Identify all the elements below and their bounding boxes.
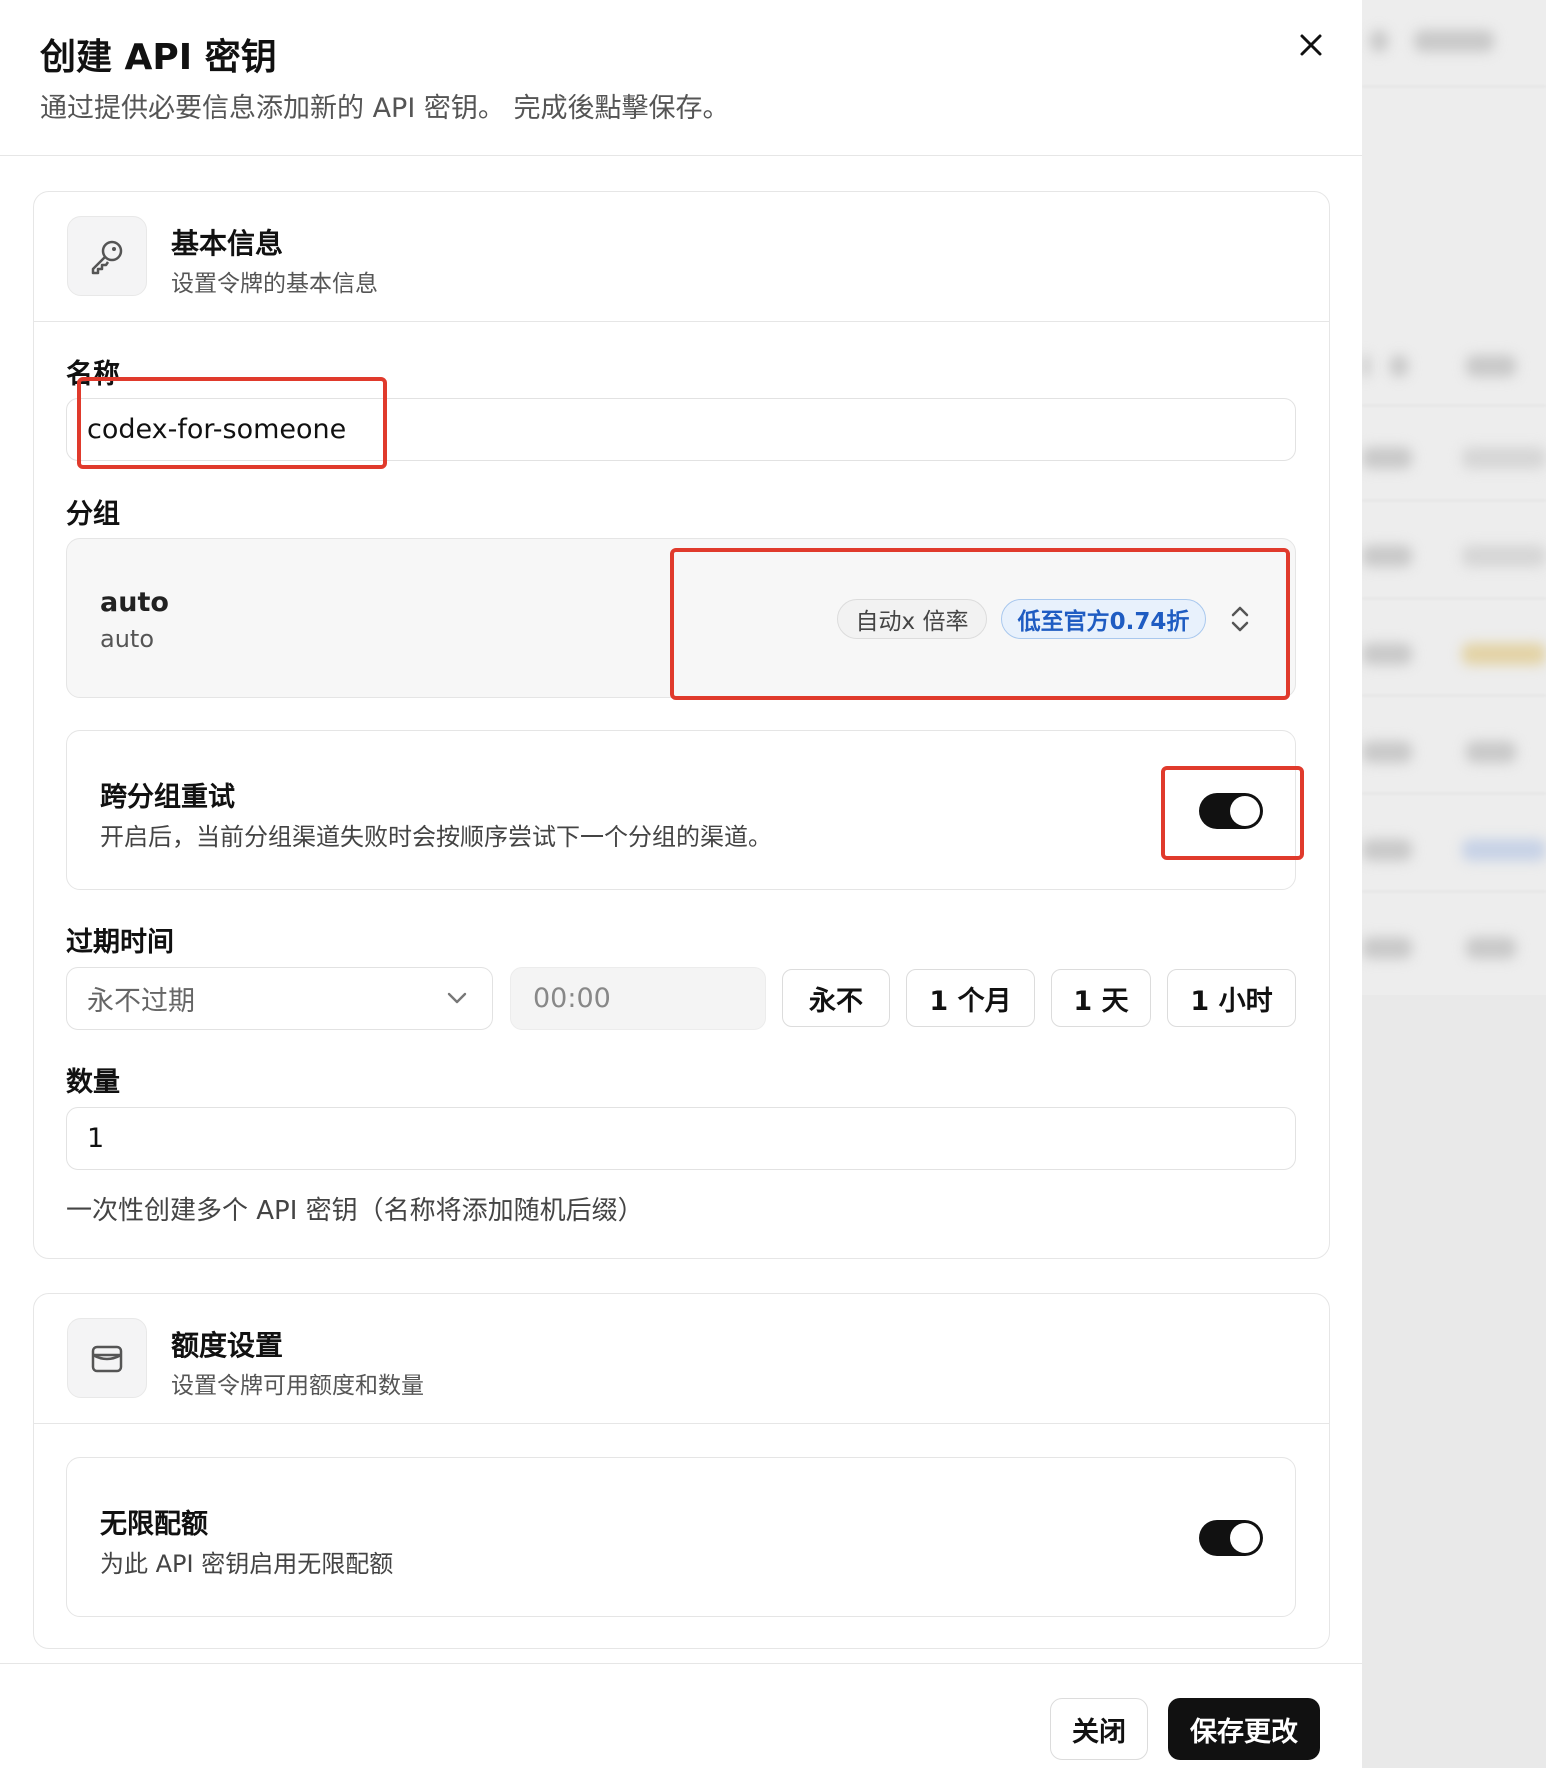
basic-info-icon-box: [67, 216, 147, 296]
background-blur: [1362, 695, 1546, 696]
unlimited-quota-description: 为此 API 密钥启用无限配额: [100, 1550, 394, 1578]
background-blur: [1362, 86, 1546, 87]
background-blur: [1362, 741, 1412, 763]
quota-icon-box: [67, 1318, 147, 1398]
close-dialog-button[interactable]: 关闭: [1050, 1698, 1148, 1760]
chevron-down-icon: [447, 992, 467, 1004]
wallet-icon: [91, 1345, 123, 1373]
count-label: 数量: [66, 1067, 120, 1098]
expiry-1-day-button[interactable]: 1 天: [1051, 969, 1151, 1027]
chevron-up-down-icon[interactable]: [1227, 601, 1253, 637]
background-blur: [1462, 643, 1546, 665]
background-blur: [1462, 545, 1546, 567]
cross-group-retry-title: 跨分组重试: [100, 782, 235, 813]
quota-settings-title: 额度设置: [171, 1329, 284, 1362]
background-blur: [1362, 545, 1412, 567]
basic-info-header: 基本信息 设置令牌的基本信息: [34, 192, 1329, 322]
quota-settings-header: 额度设置 设置令牌可用额度和数量: [34, 1294, 1329, 1424]
close-button[interactable]: [1292, 26, 1330, 64]
expiry-select-value: 永不过期: [87, 986, 195, 1017]
unlimited-quota-panel: 无限配额 为此 API 密钥启用无限配额: [66, 1457, 1296, 1617]
background-blur: [1370, 30, 1388, 52]
dialog-header: 创建 API 密钥 通过提供必要信息添加新的 API 密钥。 完成後點擊保存。: [0, 0, 1362, 156]
group-discount-badge: 低至官方0.74折: [1001, 599, 1206, 639]
group-label: 分组: [66, 499, 120, 530]
background-blur: [1362, 937, 1412, 959]
dialog-footer: 关闭 保存更改: [0, 1663, 1362, 1768]
background-page: [1362, 0, 1546, 1768]
background-blur: [1466, 937, 1516, 959]
expiry-select[interactable]: 永不过期: [66, 967, 493, 1030]
cross-group-retry-description: 开启后，当前分组渠道失败时会按顺序尝试下一个分组的渠道。: [100, 823, 772, 851]
background-blur: [1362, 839, 1412, 861]
background-blur: [1362, 995, 1546, 1768]
cross-group-retry-toggle[interactable]: [1199, 793, 1263, 829]
expiry-1-month-button[interactable]: 1 个月: [906, 969, 1035, 1027]
unlimited-quota-title: 无限配额: [100, 1509, 208, 1540]
basic-info-title: 基本信息: [171, 227, 284, 260]
unlimited-quota-toggle[interactable]: [1199, 1520, 1263, 1556]
group-selected-subtext: auto: [100, 625, 155, 653]
background-blur: [1466, 355, 1516, 377]
background-blur: [1362, 405, 1546, 406]
background-blur: [1362, 355, 1370, 377]
name-label: 名称: [66, 359, 120, 390]
expiry-time-input[interactable]: 00:00: [510, 967, 766, 1030]
group-ratio-badge: 自动x 倍率: [837, 599, 987, 639]
group-selected-name: auto: [100, 587, 169, 618]
name-input[interactable]: codex-for-someone: [66, 398, 1296, 461]
group-select[interactable]: auto auto 自动x 倍率 低至官方0.74折: [66, 538, 1296, 698]
background-blur: [1362, 891, 1546, 892]
quota-settings-description: 设置令牌可用额度和数量: [171, 1373, 424, 1399]
toggle-knob: [1230, 1523, 1260, 1553]
basic-info-card: 基本信息 设置令牌的基本信息: [33, 191, 1330, 1259]
expiry-never-button[interactable]: 永不: [782, 969, 890, 1027]
close-icon: [1300, 34, 1322, 56]
background-blur: [1362, 598, 1546, 599]
background-blur: [1362, 643, 1412, 665]
dialog-subtitle: 通过提供必要信息添加新的 API 密钥。 完成後點擊保存。: [40, 93, 730, 124]
dialog-title: 创建 API 密钥: [40, 37, 277, 78]
background-blur: [1362, 500, 1546, 501]
toggle-knob: [1230, 796, 1260, 826]
background-blur: [1390, 355, 1408, 377]
save-changes-button[interactable]: 保存更改: [1168, 1698, 1320, 1760]
basic-info-description: 设置令牌的基本信息: [171, 271, 378, 297]
create-api-key-dialog: 创建 API 密钥 通过提供必要信息添加新的 API 密钥。 完成後點擊保存。 …: [0, 0, 1362, 1768]
count-input[interactable]: 1: [66, 1107, 1296, 1170]
background-blur: [1362, 793, 1546, 794]
background-blur: [1362, 447, 1412, 469]
expiry-label: 过期时间: [66, 927, 174, 958]
background-blur: [1466, 741, 1516, 763]
background-blur: [1462, 839, 1546, 861]
cross-group-retry-panel: 跨分组重试 开启后，当前分组渠道失败时会按顺序尝试下一个分组的渠道。: [66, 730, 1296, 890]
background-blur: [1414, 30, 1494, 52]
background-blur: [1462, 447, 1546, 469]
expiry-1-hour-button[interactable]: 1 小时: [1167, 969, 1296, 1027]
count-help-text: 一次性创建多个 API 密钥（名称将添加随机后缀）: [66, 1196, 644, 1226]
key-icon: [91, 240, 123, 275]
